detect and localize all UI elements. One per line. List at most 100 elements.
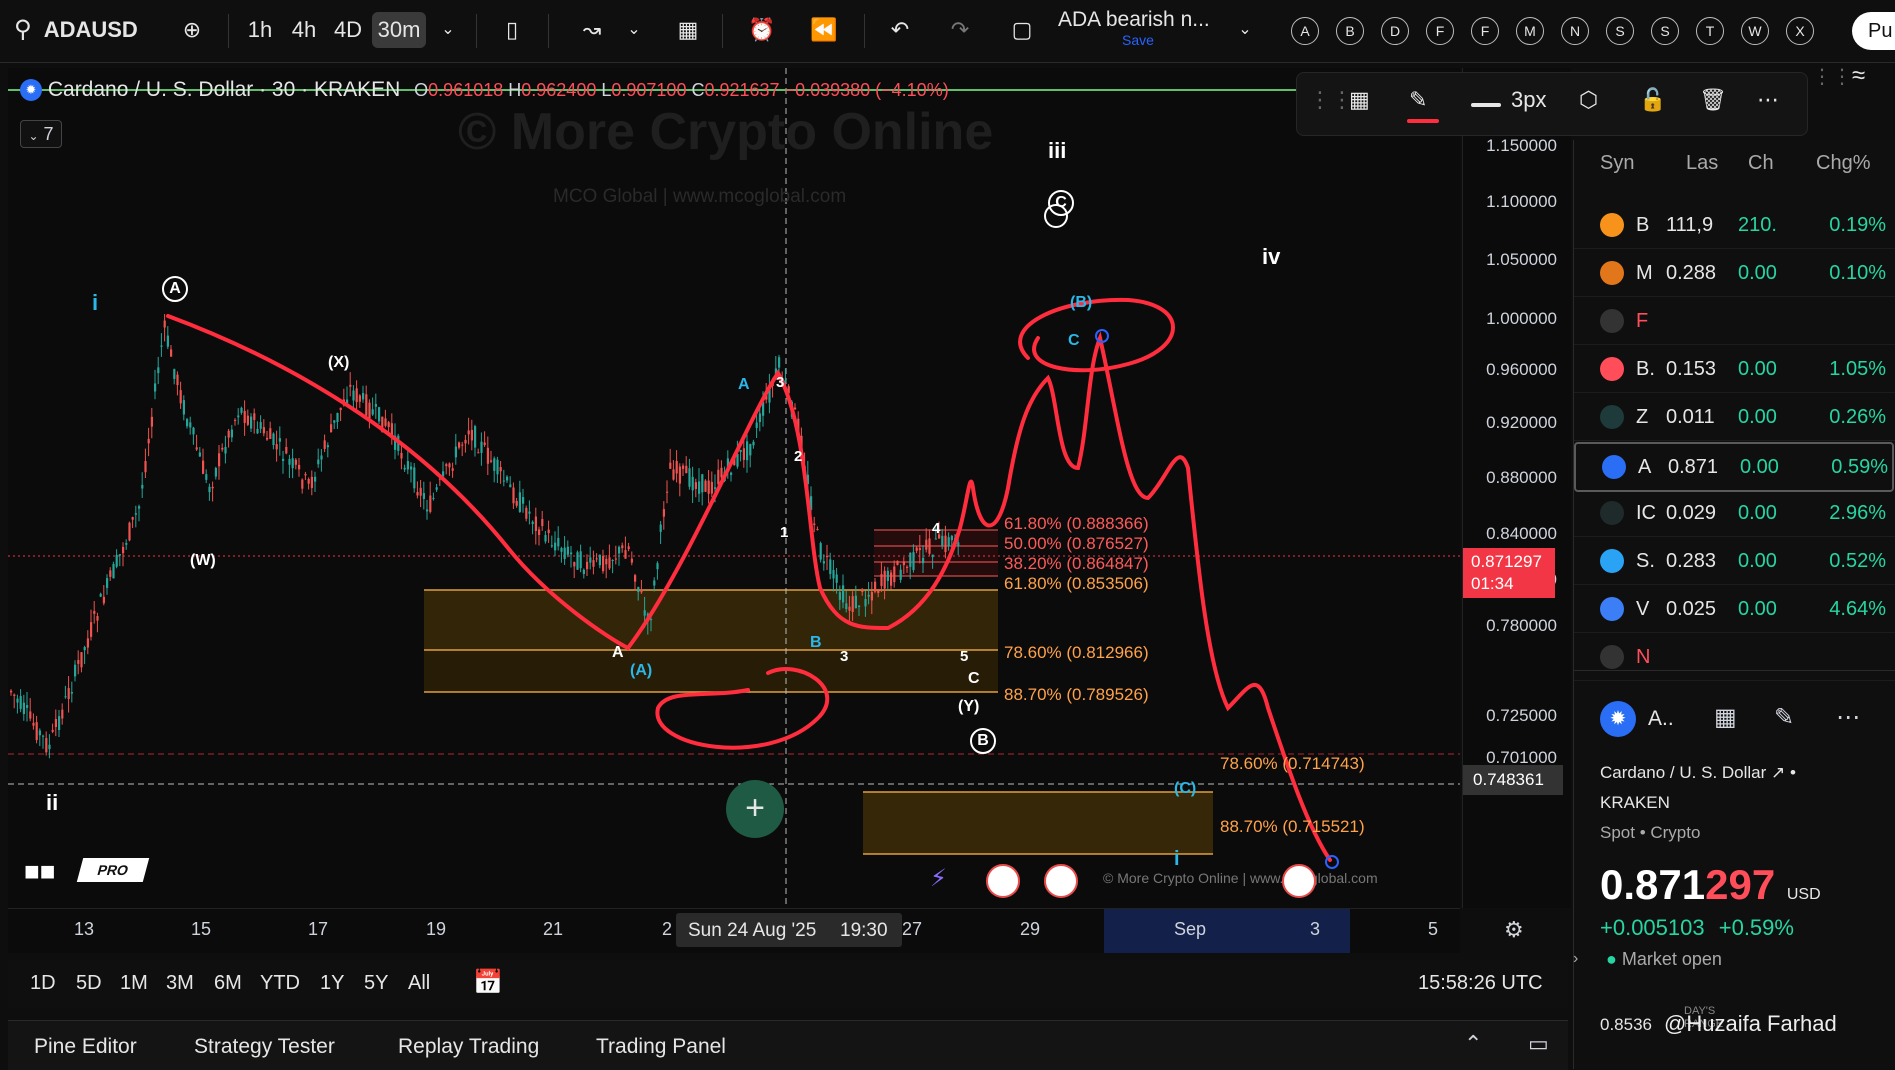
- candle-body: [541, 519, 544, 527]
- col-last[interactable]: Las: [1686, 152, 1718, 175]
- pencil-color-icon[interactable]: ✎: [1409, 87, 1427, 113]
- replay-icon[interactable]: ⏪: [806, 12, 842, 48]
- range-6m-button[interactable]: 6M: [214, 972, 242, 995]
- watchlist-row[interactable]: S. 0.283 0.00 0.52%: [1574, 538, 1895, 585]
- goto-date-icon[interactable]: 📅: [473, 968, 503, 997]
- range-1d-button[interactable]: 1D: [30, 972, 56, 995]
- legend-title: Cardano / U. S. Dollar · 30 · KRAKEN: [47, 78, 401, 101]
- coin-icon: [1600, 597, 1624, 621]
- tab-replay-trading[interactable]: Replay Trading: [398, 1035, 539, 1059]
- watchlist-row[interactable]: V 0.025 0.00 4.64%: [1574, 586, 1895, 633]
- range-5y-button[interactable]: 5Y: [364, 972, 388, 995]
- watchlist-row[interactable]: IC 0.029 0.00 2.96%: [1574, 490, 1895, 537]
- alert-s-button[interactable]: S: [1651, 17, 1679, 45]
- range-5d-button[interactable]: 5D: [76, 972, 102, 995]
- price-axis[interactable]: 1.150000 1.100000 1.050000 1.000000 0.960000…: [1462, 68, 1571, 908]
- us-flag-icon[interactable]: [1044, 864, 1078, 898]
- candle-body: [166, 335, 169, 347]
- crosshair-add-button[interactable]: +: [726, 780, 784, 838]
- drawing-lines-icon[interactable]: ≈: [1852, 62, 1865, 90]
- watchlist-row[interactable]: B. 0.153 0.00 1.05%: [1574, 346, 1895, 393]
- utc-clock[interactable]: 15:58:26 UTC: [1418, 972, 1543, 995]
- layout-chevron-down-icon[interactable]: ⌄: [1232, 12, 1258, 48]
- grid-icon[interactable]: ▦: [1714, 703, 1737, 732]
- watchlist-row[interactable]: F: [1574, 298, 1895, 345]
- interval-4h[interactable]: 4h: [284, 12, 324, 48]
- chart-pane[interactable]: © More Crypto Online MCO Global | www.mc…: [8, 68, 1460, 908]
- col-symbol[interactable]: Syn: [1600, 152, 1634, 175]
- us-flag-icon[interactable]: [986, 864, 1020, 898]
- alert-s-button[interactable]: S: [1606, 17, 1634, 45]
- alert-b-button[interactable]: B: [1336, 17, 1364, 45]
- alert-t-button[interactable]: T: [1696, 17, 1724, 45]
- us-flag-icon[interactable]: [1282, 864, 1316, 898]
- candle-body: [208, 486, 211, 493]
- candle-body: [74, 664, 77, 677]
- range-1m-button[interactable]: 1M: [120, 972, 148, 995]
- candle-body: [102, 596, 105, 604]
- search-icon: ⚲: [14, 16, 32, 43]
- watchlist-row[interactable]: Z 0.011 0.00 0.26%: [1574, 394, 1895, 441]
- more-icon[interactable]: ⋯: [1836, 703, 1860, 732]
- redo-icon[interactable]: ↷: [942, 12, 978, 48]
- settings-hex-icon[interactable]: ⬡: [1579, 87, 1598, 113]
- template-grid-icon[interactable]: ▦: [1349, 87, 1370, 113]
- watchlist-row[interactable]: M 0.288 0.00 0.10%: [1574, 250, 1895, 297]
- alert-w-button[interactable]: W: [1741, 17, 1769, 45]
- candle-body: [845, 603, 848, 609]
- range-ytd-button[interactable]: YTD: [260, 972, 300, 995]
- tab-pine-editor[interactable]: Pine Editor: [34, 1035, 137, 1059]
- panel-collapse-icon[interactable]: ›: [1573, 950, 1578, 968]
- indicators-chevron-down-icon[interactable]: ⌄: [620, 12, 648, 48]
- indicators-icon[interactable]: ↝: [572, 12, 612, 48]
- layout-save-label: Save: [1122, 32, 1154, 48]
- alert-m-button[interactable]: M: [1516, 17, 1544, 45]
- tab-strategy-tester[interactable]: Strategy Tester: [194, 1035, 335, 1059]
- interval-4d[interactable]: 4D: [328, 12, 368, 48]
- candles-icon[interactable]: ▯: [494, 12, 530, 48]
- trash-icon[interactable]: 🗑: [1699, 87, 1727, 113]
- layouts-grid-icon[interactable]: ▦: [670, 12, 706, 48]
- alert-f-button[interactable]: F: [1426, 17, 1454, 45]
- settings-gear-icon[interactable]: ⚙: [1504, 917, 1524, 943]
- alert-n-button[interactable]: N: [1561, 17, 1589, 45]
- interval-1h[interactable]: 1h: [240, 12, 280, 48]
- candle-body: [406, 461, 409, 470]
- alert-x-button[interactable]: X: [1786, 17, 1814, 45]
- col-change[interactable]: Ch: [1748, 152, 1774, 175]
- range-1y-button[interactable]: 1Y: [320, 972, 344, 995]
- maximize-icon[interactable]: ▭: [1528, 1031, 1549, 1057]
- candle-body: [467, 430, 470, 435]
- range-all-button[interactable]: All: [408, 972, 430, 995]
- publish-button[interactable]: Pu: [1852, 12, 1895, 50]
- symbol-search[interactable]: ⚲ ADAUSD: [14, 12, 144, 48]
- alert-clock-icon[interactable]: ⏰: [744, 12, 780, 48]
- fullscreen-icon[interactable]: ▢: [1004, 12, 1040, 48]
- edit-icon[interactable]: ✎: [1774, 703, 1794, 732]
- indicators-collapse-button[interactable]: ⌄ 7: [20, 120, 62, 148]
- external-link-icon[interactable]: ↗ •: [1771, 763, 1796, 782]
- chevron-up-icon[interactable]: ⌃: [1464, 1031, 1482, 1057]
- more-icon[interactable]: ⋯: [1757, 87, 1779, 113]
- line-width-icon[interactable]: [1471, 103, 1501, 107]
- watchlist-row[interactable]: A 0.871 0.00 0.59%: [1574, 442, 1894, 492]
- undo-icon[interactable]: ↶: [882, 12, 918, 48]
- lock-icon[interactable]: 🔓: [1639, 87, 1666, 113]
- alert-a-button[interactable]: A: [1291, 17, 1319, 45]
- drag-handle-icon[interactable]: ⋮⋮: [1812, 64, 1852, 89]
- alert-f-button[interactable]: F: [1471, 17, 1499, 45]
- tab-trading-panel[interactable]: Trading Panel: [596, 1035, 726, 1059]
- lightning-icon[interactable]: ⚡: [930, 864, 947, 893]
- col-change-pct[interactable]: Chg%: [1816, 152, 1870, 175]
- drag-handle-icon[interactable]: ⋮⋮: [1309, 87, 1353, 113]
- alert-d-button[interactable]: D: [1381, 17, 1409, 45]
- interval-chevron-down-icon[interactable]: ⌄: [434, 12, 462, 48]
- watchlist-row[interactable]: B 111,9 210. 0.19%: [1574, 202, 1895, 249]
- interval-30m[interactable]: 30m: [372, 12, 426, 48]
- add-compare-icon[interactable]: ⊕: [174, 12, 210, 48]
- candle-body: [637, 587, 640, 593]
- line-width-label[interactable]: 3px: [1511, 87, 1546, 113]
- range-3m-button[interactable]: 3M: [166, 972, 194, 995]
- layout-name-button[interactable]: ADA bearish n... Save: [1058, 8, 1218, 54]
- time-axis[interactable]: 13 15 17 19 21 2 27 29 Sep 3 5 Sun 24 Aug '25 19:3…: [8, 908, 1524, 953]
